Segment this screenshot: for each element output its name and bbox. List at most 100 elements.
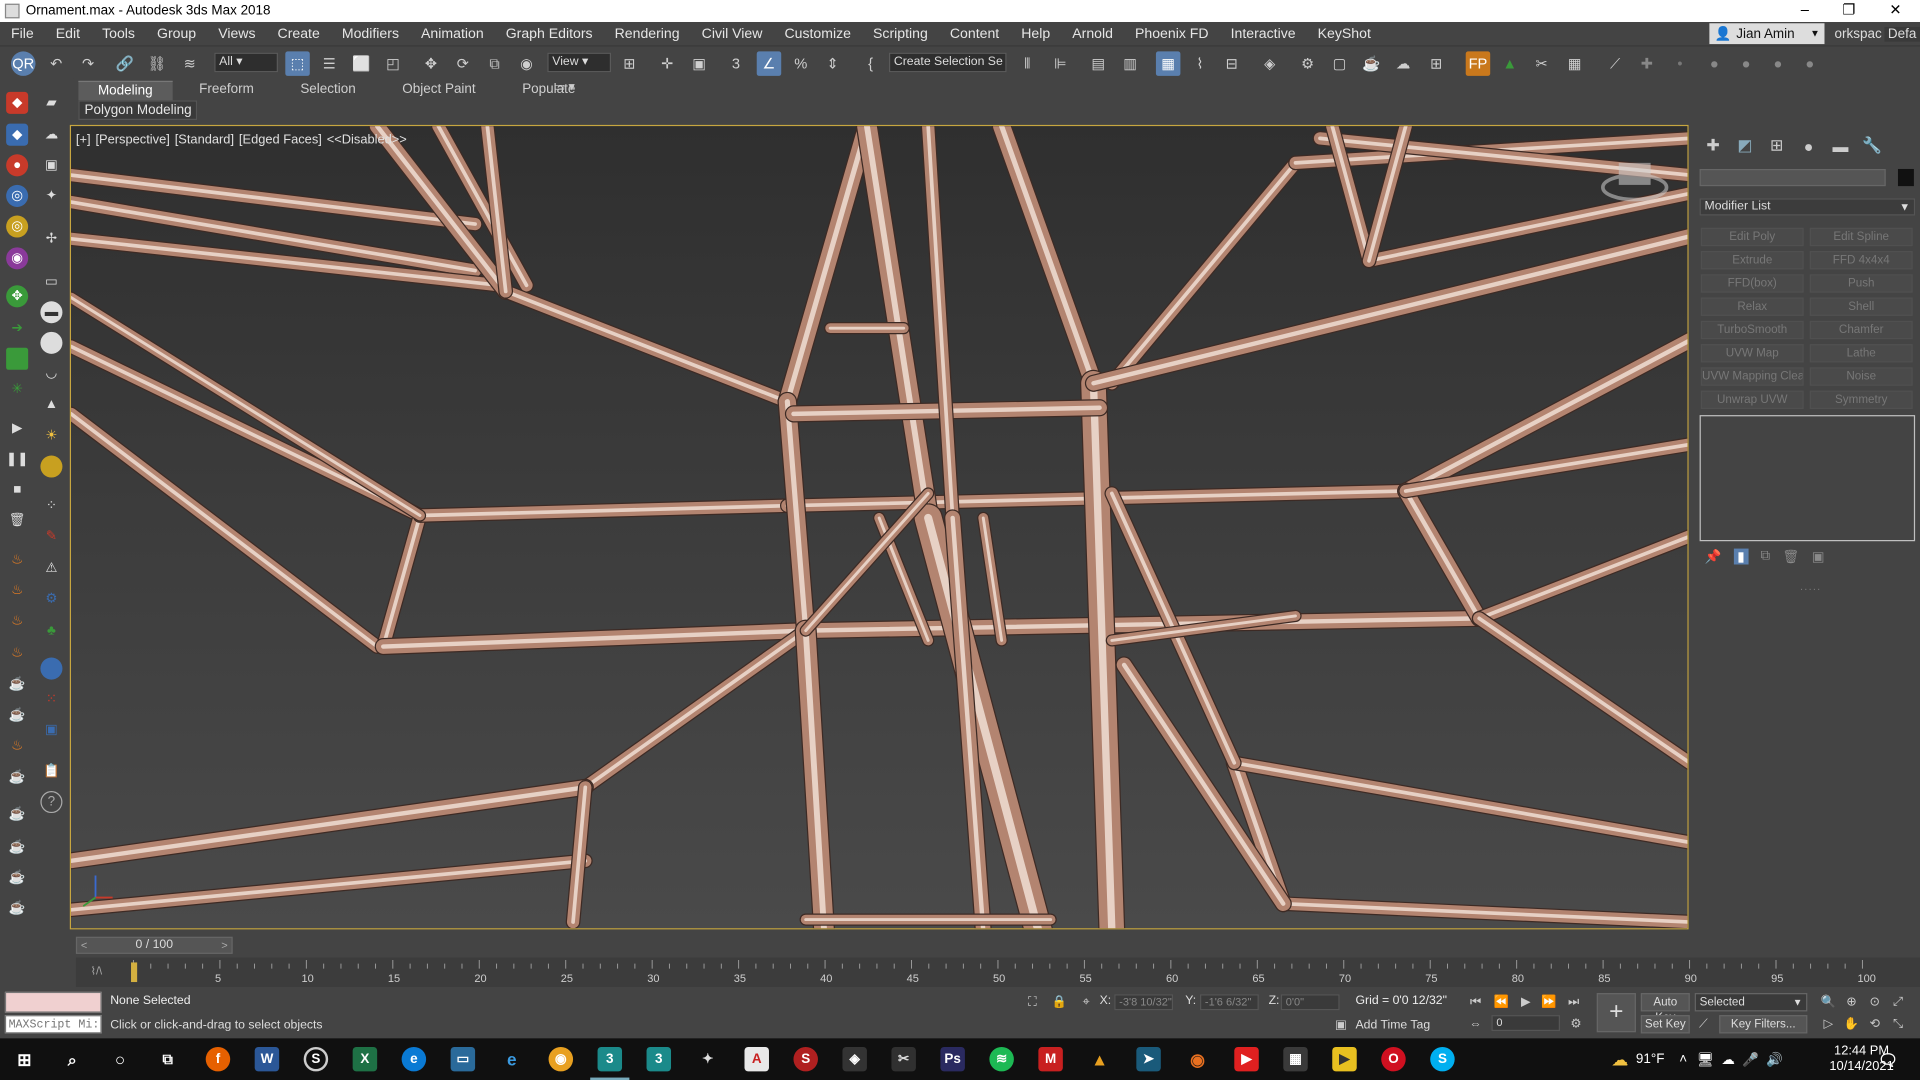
menu-views[interactable]: Views <box>207 26 266 41</box>
strut-segment[interactable] <box>412 498 795 523</box>
viewport-canvas[interactable] <box>71 126 1689 929</box>
menu-group[interactable]: Group <box>146 26 207 41</box>
viewport-shading-mode-menu[interactable]: [Standard] <box>175 132 234 147</box>
current-time-marker[interactable] <box>131 962 138 983</box>
create-sphere-icon[interactable]: ● <box>6 154 29 177</box>
fire-icon-5[interactable]: ♨ <box>6 735 28 757</box>
spotify-icon[interactable]: ≋ <box>989 1046 1014 1072</box>
go-to-start-icon[interactable]: ⏮ <box>1467 993 1484 1010</box>
notifications-icon[interactable]: 🗨 <box>1876 1047 1900 1071</box>
search-icon[interactable]: ⌕ <box>60 1047 84 1071</box>
maximize-viewport-icon[interactable]: ⤡ <box>1889 1015 1906 1032</box>
menu-keyshot[interactable]: KeyShot <box>1307 26 1382 41</box>
spinner-snap-icon[interactable]: ⇕ <box>820 51 844 75</box>
object-name-field[interactable] <box>1699 168 1886 187</box>
modifier-button-chamfer[interactable]: Chamfer <box>1809 320 1913 340</box>
3ds-max-taskbar-icon[interactable]: 3 <box>590 1046 630 1080</box>
select-manipulate-icon[interactable]: ✛ <box>655 51 679 75</box>
ribbon-tab-modeling[interactable]: Modeling <box>78 80 173 101</box>
arnold-sphere-icon-1[interactable]: ● <box>1702 51 1726 75</box>
arnold-sphere-icon-4[interactable]: ● <box>1798 51 1822 75</box>
snaps-toggle-icon[interactable]: 3 <box>724 51 748 75</box>
ribbon-options-icon[interactable]: ▭ ▾ <box>553 81 574 94</box>
screen-recorder-icon[interactable]: S <box>793 1046 818 1072</box>
key-mode-toggle-icon[interactable]: ⇔ <box>1467 1015 1484 1032</box>
modify-tab-icon[interactable]: ◩ <box>1731 132 1758 159</box>
z-coordinate-field[interactable]: 0'0" <box>1280 994 1340 1011</box>
make-unique-icon[interactable]: ⧉ <box>1761 549 1771 565</box>
gear-icon[interactable]: ⚙ <box>40 588 62 610</box>
keyboard-shortcut-override-icon[interactable]: ▣ <box>687 51 711 75</box>
windows-start-icon[interactable]: ⊞ <box>12 1047 36 1071</box>
sun-icon[interactable]: ☀ <box>40 425 62 447</box>
toggle-ribbon-icon[interactable]: ▥ <box>1118 51 1142 75</box>
color-dots-icon[interactable]: ⁙ <box>40 688 62 710</box>
play-icon[interactable]: ▶ <box>6 418 28 440</box>
zoom-all-icon[interactable]: ⊕ <box>1843 993 1860 1010</box>
arnold-tool-icon[interactable]: ⟋ <box>1603 51 1627 75</box>
viewport-point-of-view-menu[interactable]: [Perspective] <box>95 132 169 147</box>
menu-scripting[interactable]: Scripting <box>862 26 939 41</box>
menu-phoenix-fd[interactable]: Phoenix FD <box>1124 26 1220 41</box>
modifier-button-uvw-mapping-clear[interactable]: UVW Mapping Clear <box>1700 367 1804 386</box>
x-coordinate-field[interactable]: -3'8 10/32" <box>1114 994 1174 1011</box>
fire-icon-3[interactable]: ♨ <box>6 610 28 632</box>
maxscript-mini-input[interactable]: MAXScript Mi: <box>4 1015 102 1034</box>
opera-icon[interactable]: O <box>1381 1046 1406 1072</box>
strut-segment[interactable] <box>1080 369 1126 929</box>
isolate-selection-icon[interactable]: ⛶ <box>1024 993 1041 1010</box>
ribbon-tab-populate[interactable]: Populate <box>503 81 595 101</box>
menu-arnold[interactable]: Arnold <box>1061 26 1124 41</box>
create-cylinder-icon[interactable]: ▬ <box>40 301 63 324</box>
track-bar-curve-icon[interactable]: ⌇/\ <box>91 966 103 978</box>
restore-icon[interactable]: ❐ <box>1827 0 1871 22</box>
set-key-button[interactable]: Set Key <box>1640 1015 1690 1034</box>
undo-icon[interactable]: ↶ <box>44 51 68 75</box>
viewport-label-menu[interactable]: [+] [Perspective] [Standard] [Edged Face… <box>76 132 407 147</box>
player-icon[interactable]: ▶ <box>1332 1046 1357 1072</box>
quick-render-icon[interactable]: QR <box>11 51 36 76</box>
time-slider[interactable]: < 0 / 100 > <box>75 936 233 954</box>
time-configuration-icon[interactable]: ⚙ <box>1567 1015 1584 1032</box>
utilities-icon[interactable]: ✳ <box>6 378 28 400</box>
acrobat-icon[interactable]: ✦ <box>696 1047 720 1071</box>
object-color-swatch[interactable] <box>1897 168 1914 187</box>
a360-gallery-icon[interactable]: ⊞ <box>1424 51 1448 75</box>
temperature[interactable]: 91°F <box>1636 1052 1665 1067</box>
menu-content[interactable]: Content <box>939 26 1010 41</box>
modifier-button-uvw-map[interactable]: UVW Map <box>1700 344 1804 363</box>
percent-snap-icon[interactable]: % <box>789 51 813 75</box>
chrome-icon[interactable]: ◉ <box>548 1046 574 1072</box>
stop-icon[interactable]: ■ <box>6 479 28 501</box>
teapot-icon-5[interactable]: ☕ <box>6 836 28 858</box>
show-end-result-icon[interactable]: ▮ <box>1733 548 1749 565</box>
arnold-add-icon[interactable]: ✚ <box>1635 51 1659 75</box>
place-icon[interactable]: ◉ <box>514 51 538 75</box>
trash-icon[interactable]: 🗑 <box>6 509 28 531</box>
pivot-center-icon[interactable]: ⊞ <box>617 51 641 75</box>
teapot-icon-3[interactable]: ☕ <box>6 767 28 789</box>
select-by-name-icon[interactable]: ☰ <box>317 51 341 75</box>
rotate-icon[interactable]: ⟳ <box>451 51 475 75</box>
set-keys-icon[interactable]: + <box>1596 993 1636 1033</box>
create-plane-tool-icon[interactable]: ▭ <box>40 271 62 293</box>
spreadsheet-icon[interactable]: ▦ <box>1562 51 1586 75</box>
menu-file[interactable]: File <box>0 26 45 41</box>
word-icon[interactable]: W <box>254 1046 280 1072</box>
pin-stack-icon[interactable]: 📌 <box>1704 549 1721 565</box>
go-to-end-icon[interactable]: ⏭ <box>1565 993 1582 1010</box>
task-view-icon[interactable]: ⧉ <box>156 1047 180 1071</box>
rendered-frame-window-icon[interactable]: ▢ <box>1327 51 1351 75</box>
menu-graph-editors[interactable]: Graph Editors <box>495 26 604 41</box>
warp-icon[interactable]: ⚠ <box>40 557 62 579</box>
display-icon[interactable] <box>6 347 29 370</box>
utilities-tab-icon[interactable]: 🔧 <box>1859 132 1886 159</box>
modifier-button-noise[interactable]: Noise <box>1809 367 1913 386</box>
previous-key-icon[interactable]: ⏪ <box>1493 993 1510 1010</box>
reference-coordinate-dropdown[interactable]: View ▾ <box>547 52 612 73</box>
script-tool-icon[interactable]: ✂ <box>1529 51 1553 75</box>
photoshop-icon[interactable]: Ps <box>940 1046 965 1072</box>
mirror-icon[interactable]: ⫴ <box>1015 51 1039 75</box>
layer-explorer-icon[interactable]: ▤ <box>1086 51 1110 75</box>
menu-help[interactable]: Help <box>1010 26 1061 41</box>
